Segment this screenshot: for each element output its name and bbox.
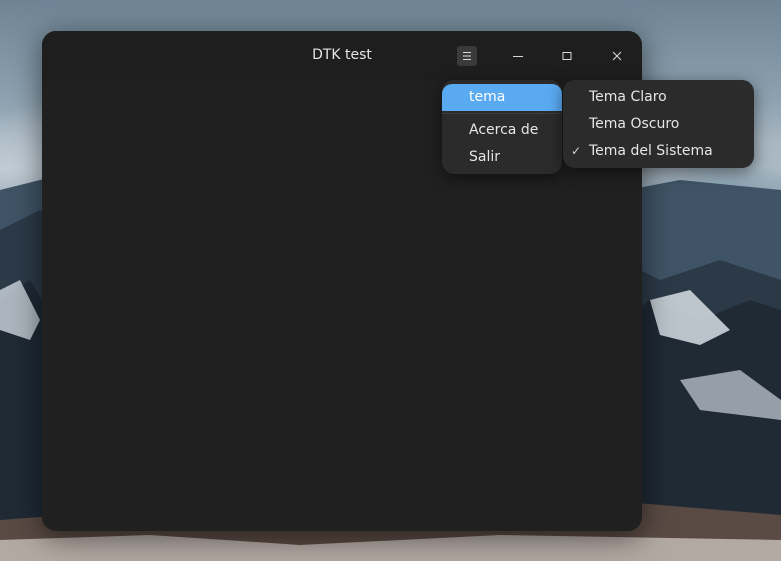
minimize-icon [513, 56, 523, 57]
maximize-icon [562, 52, 572, 60]
submenu-item-tema-del-sistema[interactable]: ✓ Tema del Sistema [563, 138, 754, 165]
menu-button[interactable] [457, 46, 477, 66]
minimize-button[interactable] [507, 45, 529, 67]
close-icon [612, 51, 622, 61]
submenu-item-label: Tema Oscuro [589, 116, 680, 132]
submenu-item-label: Tema del Sistema [589, 143, 713, 159]
desktop-wallpaper: DTK test tema Acerca de Salir Tema Claro… [0, 0, 781, 561]
menu-item-acerca-de[interactable]: Acerca de [442, 117, 562, 144]
submenu-item-tema-claro[interactable]: Tema Claro [563, 84, 754, 111]
menu-item-tema[interactable]: tema [442, 84, 562, 111]
hamburger-icon [463, 52, 471, 60]
titlebar[interactable]: DTK test [42, 31, 642, 81]
maximize-button[interactable] [556, 45, 578, 67]
menu-item-label: Acerca de [469, 122, 539, 138]
checkmark-icon: ✓ [571, 144, 582, 158]
main-menu: tema Acerca de Salir [442, 80, 562, 174]
menu-separator [442, 113, 562, 114]
submenu-item-tema-oscuro[interactable]: Tema Oscuro [563, 111, 754, 138]
close-button[interactable] [606, 45, 628, 67]
submenu-item-label: Tema Claro [589, 89, 667, 105]
menu-item-salir[interactable]: Salir [442, 144, 562, 171]
menu-item-label: tema [469, 89, 506, 105]
window-title: DTK test [312, 47, 372, 63]
theme-submenu: Tema Claro Tema Oscuro ✓ Tema del Sistem… [563, 80, 754, 168]
menu-item-label: Salir [469, 149, 501, 165]
